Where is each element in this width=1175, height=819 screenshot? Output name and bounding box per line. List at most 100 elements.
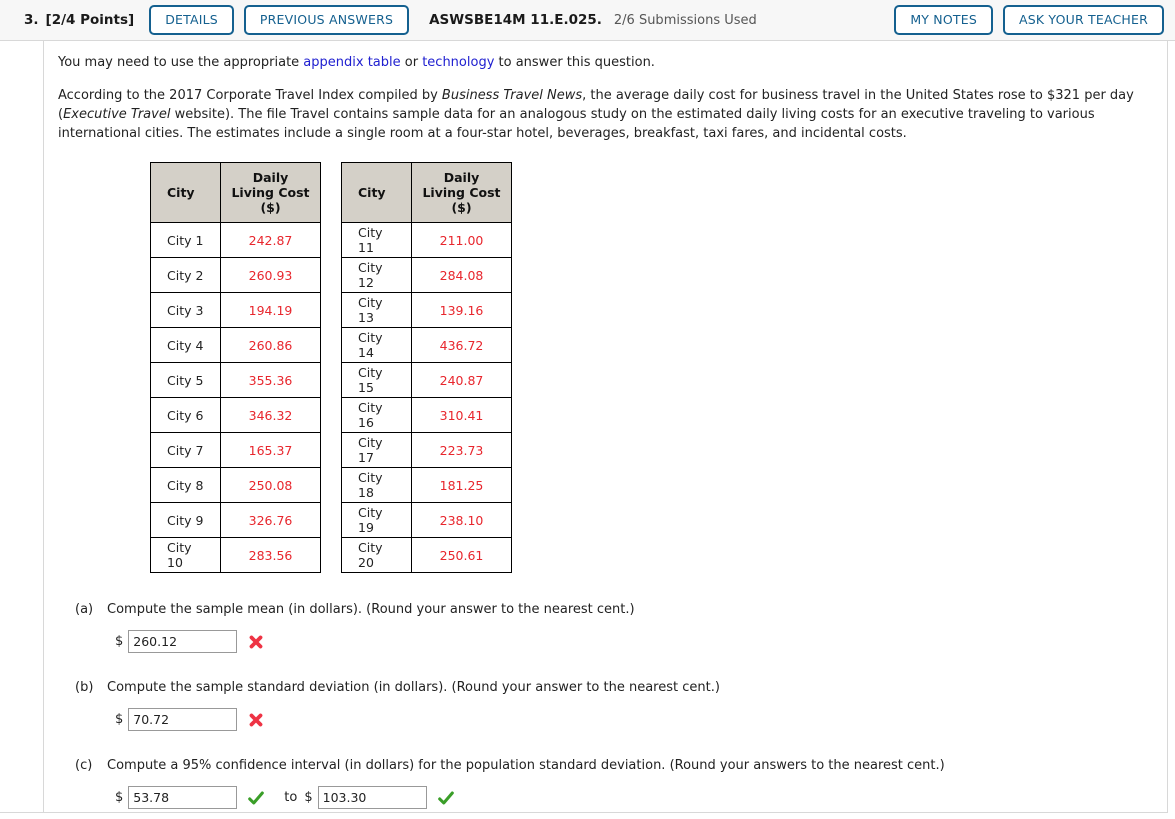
table-row: City 18 181.25 — [341, 467, 512, 503]
cell-daily-living-cost: 284.08 — [411, 257, 512, 293]
appendix-hint-line: You may need to use the appropriate appe… — [58, 53, 1155, 72]
interval-to-text: to — [284, 790, 298, 805]
table-row: City 13 139.16 — [341, 292, 512, 328]
table-row: City 14 436.72 — [341, 327, 512, 363]
cell-daily-living-cost: 436.72 — [411, 327, 512, 363]
question-number: 3. — [24, 12, 39, 28]
table-row: City 2 260.93 — [150, 257, 321, 293]
details-button[interactable]: DETAILS — [149, 4, 234, 36]
left-gutter — [0, 41, 44, 812]
cell-city: City 4 — [150, 327, 221, 363]
previous-answers-button[interactable]: PREVIOUS ANSWERS — [243, 4, 410, 36]
cell-city: City 6 — [150, 397, 221, 433]
header-actions: MY NOTES ASK YOUR TEACHER — [894, 4, 1164, 36]
cell-city: City 12 — [341, 257, 412, 293]
table-row: City 5 355.36 — [150, 362, 321, 398]
part-b-prompt: Compute the sample standard deviation (i… — [107, 680, 720, 695]
table-row: City 3 194.19 — [150, 292, 321, 328]
part-a-prompt-row: (a) Compute the sample mean (in dollars)… — [75, 601, 1155, 619]
cell-city: City 2 — [150, 257, 221, 293]
hint-middle-text: or — [400, 55, 423, 70]
part-b-answer-row: $ — [115, 708, 1155, 731]
problem-emphasis-2: Executive Travel — [63, 107, 171, 122]
cell-city: City 14 — [341, 327, 412, 363]
table-row: City 11 211.00 — [341, 222, 512, 258]
part-c-prompt: Compute a 95% confidence interval (in do… — [107, 758, 945, 773]
cell-daily-living-cost: 250.08 — [220, 467, 321, 503]
hint-suffix-text: to answer this question. — [494, 55, 655, 70]
cell-city: City 3 — [150, 292, 221, 328]
part-b-answer-input[interactable] — [128, 708, 238, 731]
cell-city: City 11 — [341, 222, 412, 258]
dollar-sign-lower: $ — [115, 790, 124, 805]
table-body-right: City 11 211.00 City 12 284.08 City 13 139.16 C… — [341, 222, 512, 573]
cell-daily-living-cost: 346.32 — [220, 397, 321, 433]
ask-your-teacher-button[interactable]: ASK YOUR TEACHER — [1002, 4, 1164, 36]
cell-daily-living-cost: 139.16 — [411, 292, 512, 328]
cell-city: City 19 — [341, 502, 412, 538]
cell-city: City 5 — [150, 362, 221, 398]
table-row: City 10 283.56 — [150, 537, 321, 573]
part-a-answer-row: $ — [115, 630, 1155, 653]
dollar-sign: $ — [115, 634, 124, 649]
problem-text-1: According to the 2017 Corporate Travel I… — [58, 88, 442, 103]
question-parts: (a) Compute the sample mean (in dollars)… — [75, 601, 1155, 809]
part-b-prompt-row: (b) Compute the sample standard deviatio… — [75, 679, 1155, 697]
part-b: (b) Compute the sample standard deviatio… — [75, 679, 1155, 731]
part-b-label: (b) — [75, 680, 94, 695]
dollar-sign: $ — [115, 712, 124, 727]
cell-daily-living-cost: 250.61 — [411, 537, 512, 573]
table-row: City 6 346.32 — [150, 397, 321, 433]
part-a-prompt: Compute the sample mean (in dollars). (R… — [107, 602, 635, 617]
part-a: (a) Compute the sample mean (in dollars)… — [75, 601, 1155, 653]
cell-daily-living-cost: 283.56 — [220, 537, 321, 573]
cell-daily-living-cost: 310.41 — [411, 397, 512, 433]
daily-living-cost-tables: City Daily Living Cost ($) City 1 242.87 C… — [150, 162, 1155, 573]
question-points-badge: [2/4 Points] — [45, 12, 135, 28]
table-row: City 20 250.61 — [341, 537, 512, 573]
technology-link[interactable]: technology — [422, 55, 494, 70]
table-row: City 17 223.73 — [341, 432, 512, 468]
cell-daily-living-cost: 326.76 — [220, 502, 321, 538]
cell-city: City 13 — [341, 292, 412, 328]
cell-daily-living-cost: 211.00 — [411, 222, 512, 258]
cell-city: City 8 — [150, 467, 221, 503]
assignment-code: ASWSBE14M 11.E.025. — [429, 12, 602, 28]
table-header-row: City Daily Living Cost ($) — [341, 162, 512, 223]
cell-daily-living-cost: 181.25 — [411, 467, 512, 503]
incorrect-x-icon — [247, 711, 265, 729]
table-row: City 8 250.08 — [150, 467, 321, 503]
cell-city: City 17 — [341, 432, 412, 468]
part-c-answer-row: $ to $ — [115, 786, 1155, 809]
problem-statement: According to the 2017 Corporate Travel I… — [58, 86, 1150, 143]
hint-prefix-text: You may need to use the appropriate — [58, 55, 304, 70]
problem-text-3: website). The file Travel contains sampl… — [58, 107, 1095, 141]
part-c-prompt-row: (c) Compute a 95% confidence interval (i… — [75, 757, 1155, 775]
cell-daily-living-cost: 260.86 — [220, 327, 321, 363]
table-header-row: City Daily Living Cost ($) — [150, 162, 321, 223]
correct-check-icon — [247, 789, 265, 807]
part-c-label: (c) — [75, 758, 93, 773]
data-table-right: City Daily Living Cost ($) City 11 211.00… — [341, 162, 512, 573]
my-notes-button[interactable]: MY NOTES — [894, 4, 993, 36]
part-a-answer-input[interactable] — [128, 630, 238, 653]
table-row: City 12 284.08 — [341, 257, 512, 293]
cell-city: City 20 — [341, 537, 412, 573]
cell-daily-living-cost: 242.87 — [220, 222, 321, 258]
problem-emphasis-1: Business Travel News — [441, 88, 583, 103]
cell-city: City 10 — [150, 537, 221, 573]
part-c-lower-bound-input[interactable] — [128, 786, 238, 809]
table-row: City 1 242.87 — [150, 222, 321, 258]
column-header-city: City — [150, 162, 221, 223]
column-header-city: City — [341, 162, 412, 223]
cell-daily-living-cost: 165.37 — [220, 432, 321, 468]
table-row: City 19 238.10 — [341, 502, 512, 538]
correct-check-icon — [437, 789, 455, 807]
cell-daily-living-cost: 240.87 — [411, 362, 512, 398]
appendix-table-link[interactable]: appendix table — [303, 55, 400, 70]
data-table-left: City Daily Living Cost ($) City 1 242.87 C… — [150, 162, 321, 573]
cell-city: City 16 — [341, 397, 412, 433]
question-body-frame: You may need to use the appropriate appe… — [0, 41, 1168, 813]
cell-daily-living-cost: 223.73 — [411, 432, 512, 468]
part-c-upper-bound-input[interactable] — [317, 786, 427, 809]
